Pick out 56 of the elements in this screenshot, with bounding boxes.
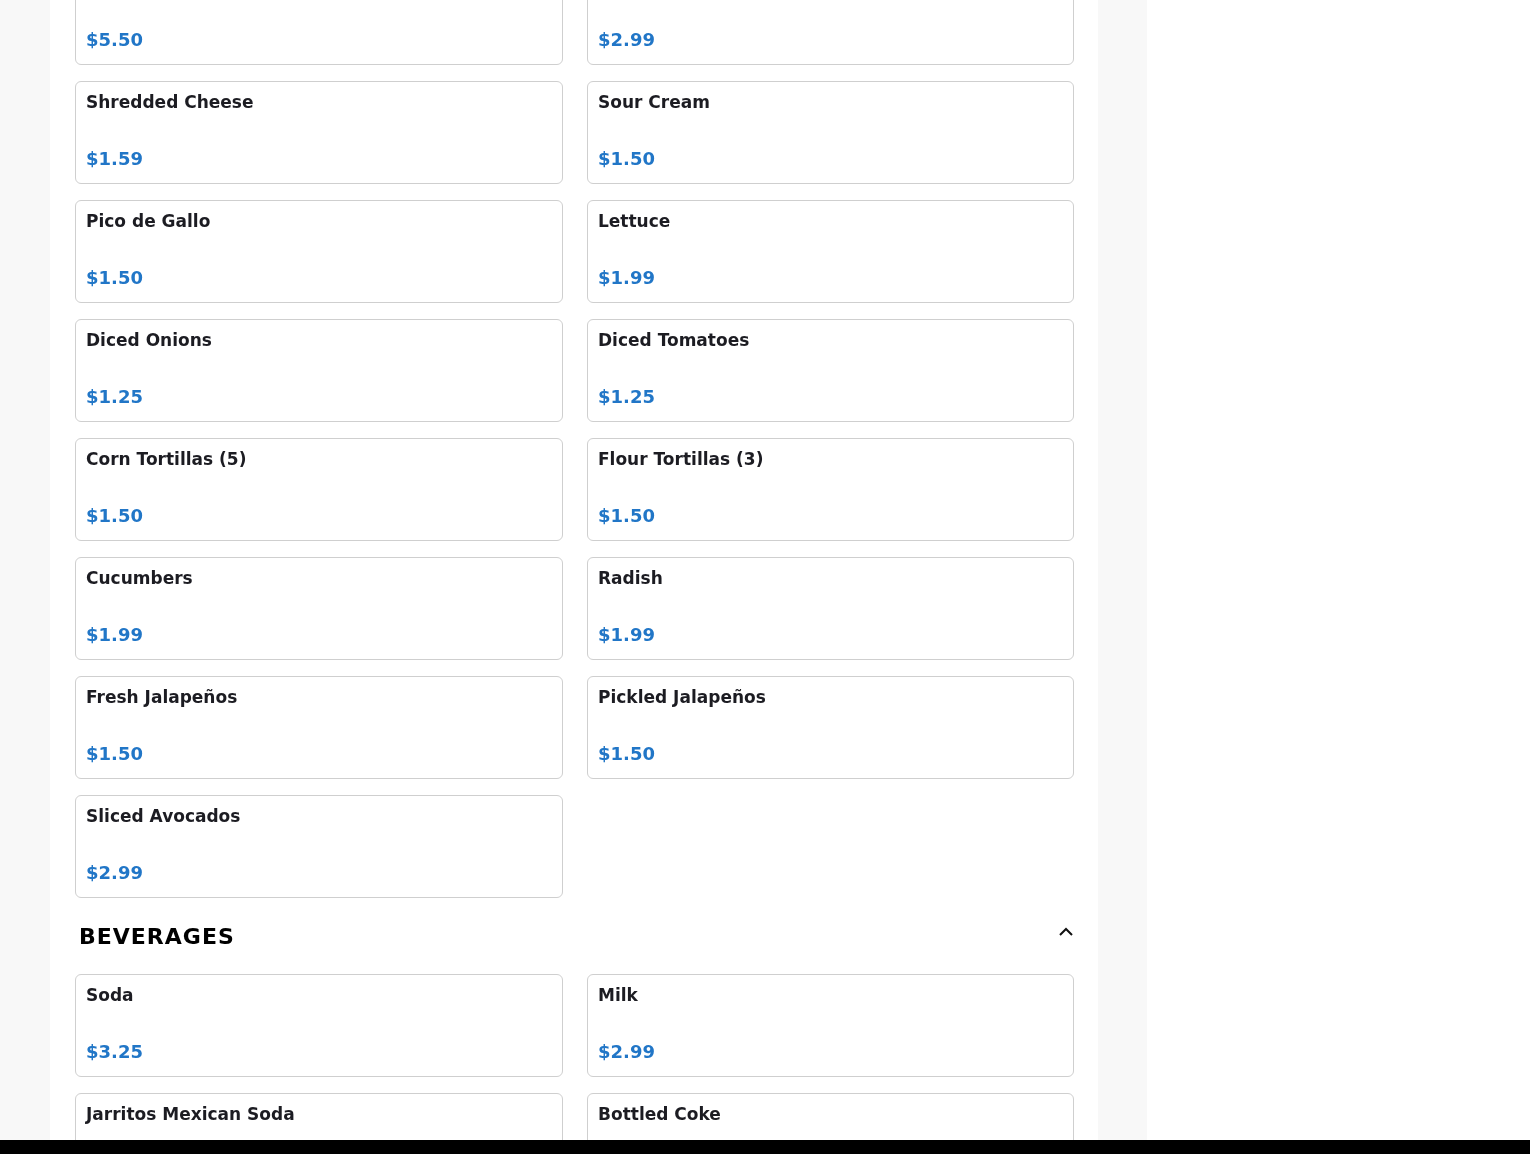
item-price: $1.50 <box>86 505 143 527</box>
menu-item-card[interactable]: Soda $3.25 <box>75 974 563 1077</box>
section-heading: BEVERAGES <box>79 923 235 949</box>
item-price: $1.50 <box>598 505 655 527</box>
menu-item-card[interactable]: Jarritos Mexican Soda <box>75 1093 563 1140</box>
item-price: $1.25 <box>598 386 655 408</box>
item-price: $1.59 <box>86 148 143 170</box>
item-name: Diced Onions <box>86 329 213 351</box>
collapse-toggle[interactable] <box>1058 927 1074 937</box>
menu-item-card[interactable]: Flour Tortillas (3) $1.50 <box>587 438 1074 541</box>
menu-item-card[interactable]: Fresh Jalapeños $1.50 <box>75 676 563 779</box>
menu-item-card[interactable]: Lettuce $1.99 <box>587 200 1074 303</box>
menu-item-card[interactable]: Corn Tortillas (5) $1.50 <box>75 438 563 541</box>
menu-item-card[interactable]: Cucumbers $1.99 <box>75 557 563 660</box>
item-price: $1.50 <box>598 148 655 170</box>
menu-item-card[interactable]: Radish $1.99 <box>587 557 1074 660</box>
item-name: Pico de Gallo <box>86 210 212 232</box>
item-price: $1.50 <box>86 267 143 289</box>
item-price: $1.50 <box>86 743 143 765</box>
item-name: Fresh Jalapeños <box>86 686 239 708</box>
chevron-up-icon <box>1058 927 1074 937</box>
item-price: $2.99 <box>598 1041 655 1063</box>
item-name: Shredded Cheese <box>86 91 255 113</box>
menu-item-card[interactable]: $5.50 <box>75 0 563 65</box>
item-name: Diced Tomatoes <box>598 329 751 351</box>
item-price: $1.25 <box>86 386 143 408</box>
item-price: $2.99 <box>598 29 655 51</box>
menu-item-card[interactable]: Shredded Cheese $1.59 <box>75 81 563 184</box>
item-name: Cucumbers <box>86 567 194 589</box>
menu-item-card[interactable]: Bottled Coke <box>587 1093 1074 1140</box>
item-price: $1.50 <box>598 743 655 765</box>
item-price: $1.99 <box>86 624 143 646</box>
item-price: $3.25 <box>86 1041 143 1063</box>
menu-item-card[interactable]: $2.99 <box>587 0 1074 65</box>
item-name: Lettuce <box>598 210 672 232</box>
item-price: $1.99 <box>598 624 655 646</box>
item-name: Bottled Coke <box>598 1103 722 1125</box>
item-name: Sour Cream <box>598 91 711 113</box>
item-name: Jarritos Mexican Soda <box>86 1103 296 1125</box>
item-name: Flour Tortillas (3) <box>598 448 765 470</box>
menu-item-card[interactable]: Pico de Gallo $1.50 <box>75 200 563 303</box>
item-name: Sliced Avocados <box>86 805 242 827</box>
item-price: $1.99 <box>598 267 655 289</box>
item-name: Milk <box>598 984 639 1006</box>
menu-item-card[interactable]: Diced Onions $1.25 <box>75 319 563 422</box>
menu-item-card[interactable]: Pickled Jalapeños $1.50 <box>587 676 1074 779</box>
menu-item-card[interactable]: Milk $2.99 <box>587 974 1074 1077</box>
item-name: Soda <box>86 984 135 1006</box>
item-name: Radish <box>598 567 664 589</box>
menu-item-card[interactable]: Diced Tomatoes $1.25 <box>587 319 1074 422</box>
item-price: $2.99 <box>86 862 143 884</box>
menu-item-card[interactable]: Sour Cream $1.50 <box>587 81 1074 184</box>
item-price: $5.50 <box>86 29 143 51</box>
menu-item-card[interactable]: Sliced Avocados $2.99 <box>75 795 563 898</box>
item-name: Pickled Jalapeños <box>598 686 767 708</box>
item-name: Corn Tortillas (5) <box>86 448 248 470</box>
